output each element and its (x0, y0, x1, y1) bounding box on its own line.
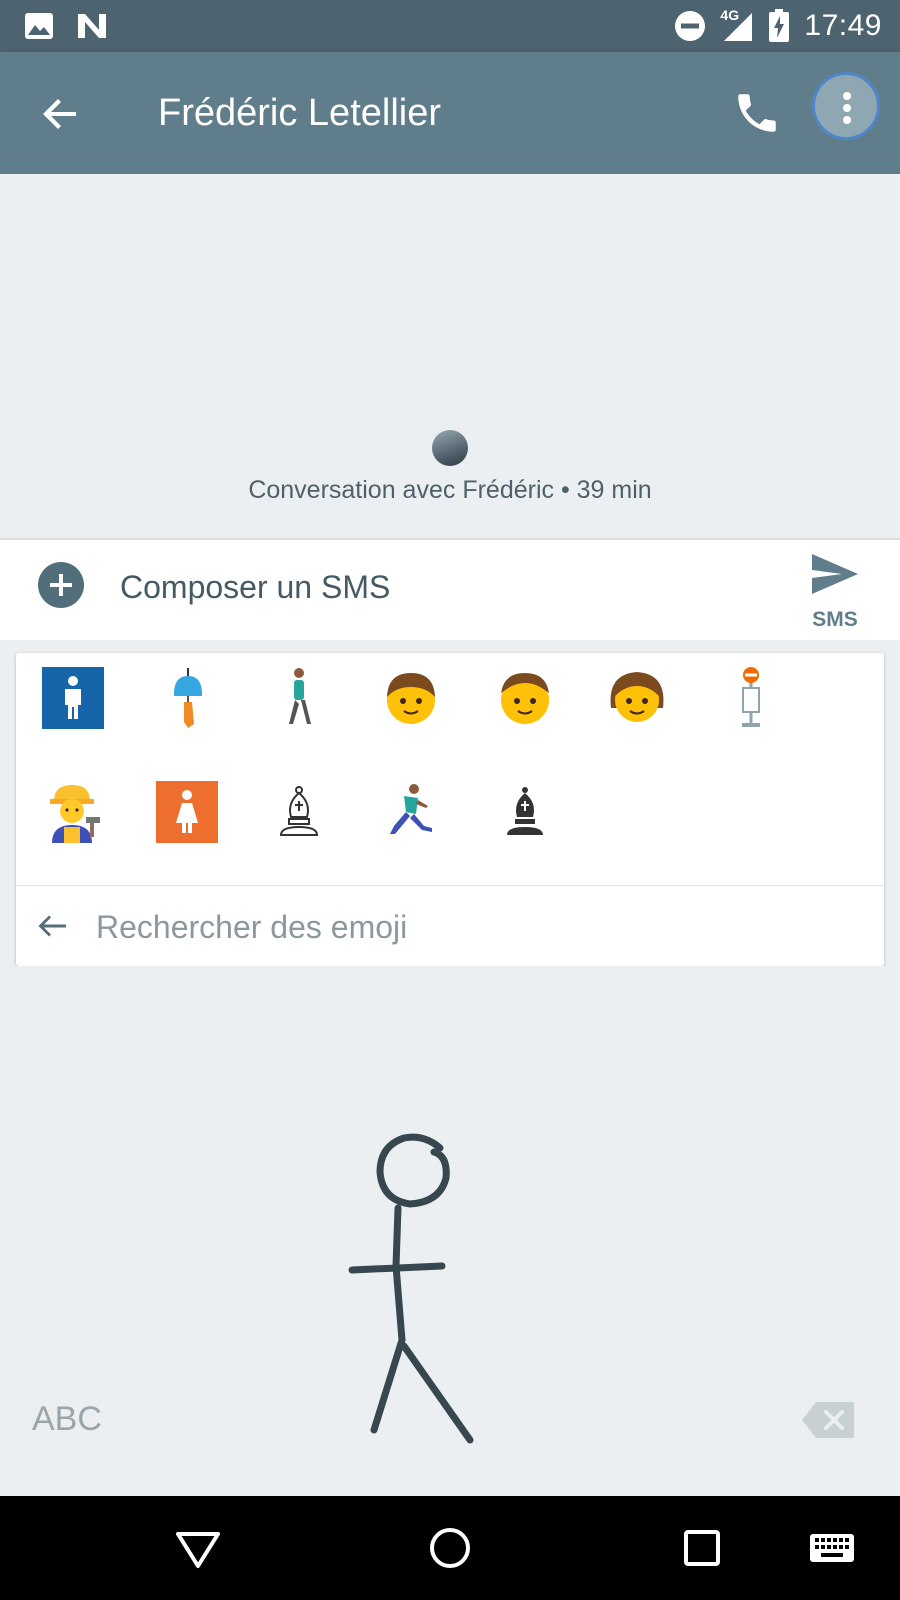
emoji-bus-stop[interactable] (706, 653, 796, 743)
compose-sms-input[interactable] (120, 562, 760, 612)
person-walking-icon (289, 668, 311, 724)
status-bar-left (24, 12, 108, 40)
white-chess-bishop-icon (279, 786, 319, 836)
emoji-search-back-button[interactable] (32, 906, 72, 946)
boy-face-2-icon (501, 673, 549, 724)
back-button[interactable] (36, 90, 84, 138)
contact-name-title: Frédéric Letellier (158, 92, 441, 134)
back-arrow-icon (43, 99, 76, 129)
nav-recents-button[interactable] (676, 1522, 728, 1574)
status-time: 17:49 (804, 9, 882, 42)
handwriting-input-area: ABC (0, 966, 900, 1496)
emoji-search-panel (16, 653, 884, 966)
emoji-boy-2[interactable] (480, 653, 570, 743)
handwriting-canvas[interactable] (0, 966, 900, 1496)
girl-face-icon (610, 672, 664, 722)
emoji-person-running[interactable] (366, 767, 456, 857)
construction-worker-icon (50, 785, 100, 843)
backspace-icon (802, 1402, 854, 1438)
app-bar: Frédéric Letellier (0, 52, 900, 174)
image-icon (25, 13, 53, 39)
phone-icon (738, 94, 776, 132)
emoji-person-walking[interactable] (254, 653, 344, 743)
emoji-search-input[interactable] (96, 904, 856, 950)
conversation-info: Conversation avec Frédéric • 39 min (248, 476, 652, 504)
person-running-icon (390, 784, 432, 834)
signal-icon (724, 13, 753, 41)
status-bar: 4G 17:49 (0, 0, 900, 52)
emoji-black-chess-bishop[interactable] (480, 767, 570, 857)
nav-keyboard-switcher-button[interactable] (808, 1522, 856, 1574)
send-icon (812, 554, 858, 594)
bus-stop-icon (742, 667, 760, 727)
recents-square-icon (684, 1530, 720, 1566)
home-circle-icon (430, 1528, 470, 1568)
add-attachment-button[interactable] (38, 562, 84, 608)
boy-face-icon (387, 673, 435, 724)
emoji-womens-restroom[interactable] (142, 767, 232, 857)
mens-restroom-icon (42, 667, 104, 729)
overflow-menu-button[interactable] (812, 72, 880, 140)
abc-keyboard-switch[interactable]: ABC (32, 1400, 102, 1439)
keyboard-icon (810, 1534, 854, 1562)
handwritten-stick-figure (348, 1133, 474, 1444)
backspace-button[interactable] (800, 1400, 856, 1440)
conversation-area: Conversation avec Frédéric • 39 min (0, 174, 900, 538)
compose-bar: SMS (0, 538, 900, 640)
do-not-disturb-icon (675, 11, 706, 41)
emoji-wind-chime[interactable] (142, 653, 232, 743)
back-triangle-icon (176, 1532, 220, 1568)
n-icon (78, 14, 106, 38)
send-sms-button[interactable]: SMS (800, 552, 870, 632)
emoji-search-bar (16, 885, 884, 966)
more-vert-icon (815, 75, 877, 137)
back-arrow-icon (38, 915, 66, 937)
nav-back-button[interactable] (172, 1522, 224, 1574)
navigation-bar (0, 1496, 900, 1600)
wind-chime-icon (174, 668, 202, 728)
womens-restroom-icon (156, 781, 218, 843)
battery-charging-icon (769, 9, 790, 42)
nav-home-button[interactable] (424, 1522, 476, 1574)
status-bar-right: 4G 17:49 (674, 6, 882, 46)
emoji-construction-worker[interactable] (28, 767, 118, 857)
contact-avatar (432, 430, 468, 466)
emoji-mens-restroom[interactable] (28, 653, 118, 743)
emoji-white-chess-bishop[interactable] (254, 767, 344, 857)
emoji-girl[interactable] (592, 653, 682, 743)
send-sms-label: SMS (812, 608, 858, 631)
call-button[interactable] (732, 88, 782, 138)
emoji-boy[interactable] (366, 653, 456, 743)
signal-indicator: 4G (720, 7, 754, 43)
black-chess-bishop-icon (507, 787, 543, 835)
